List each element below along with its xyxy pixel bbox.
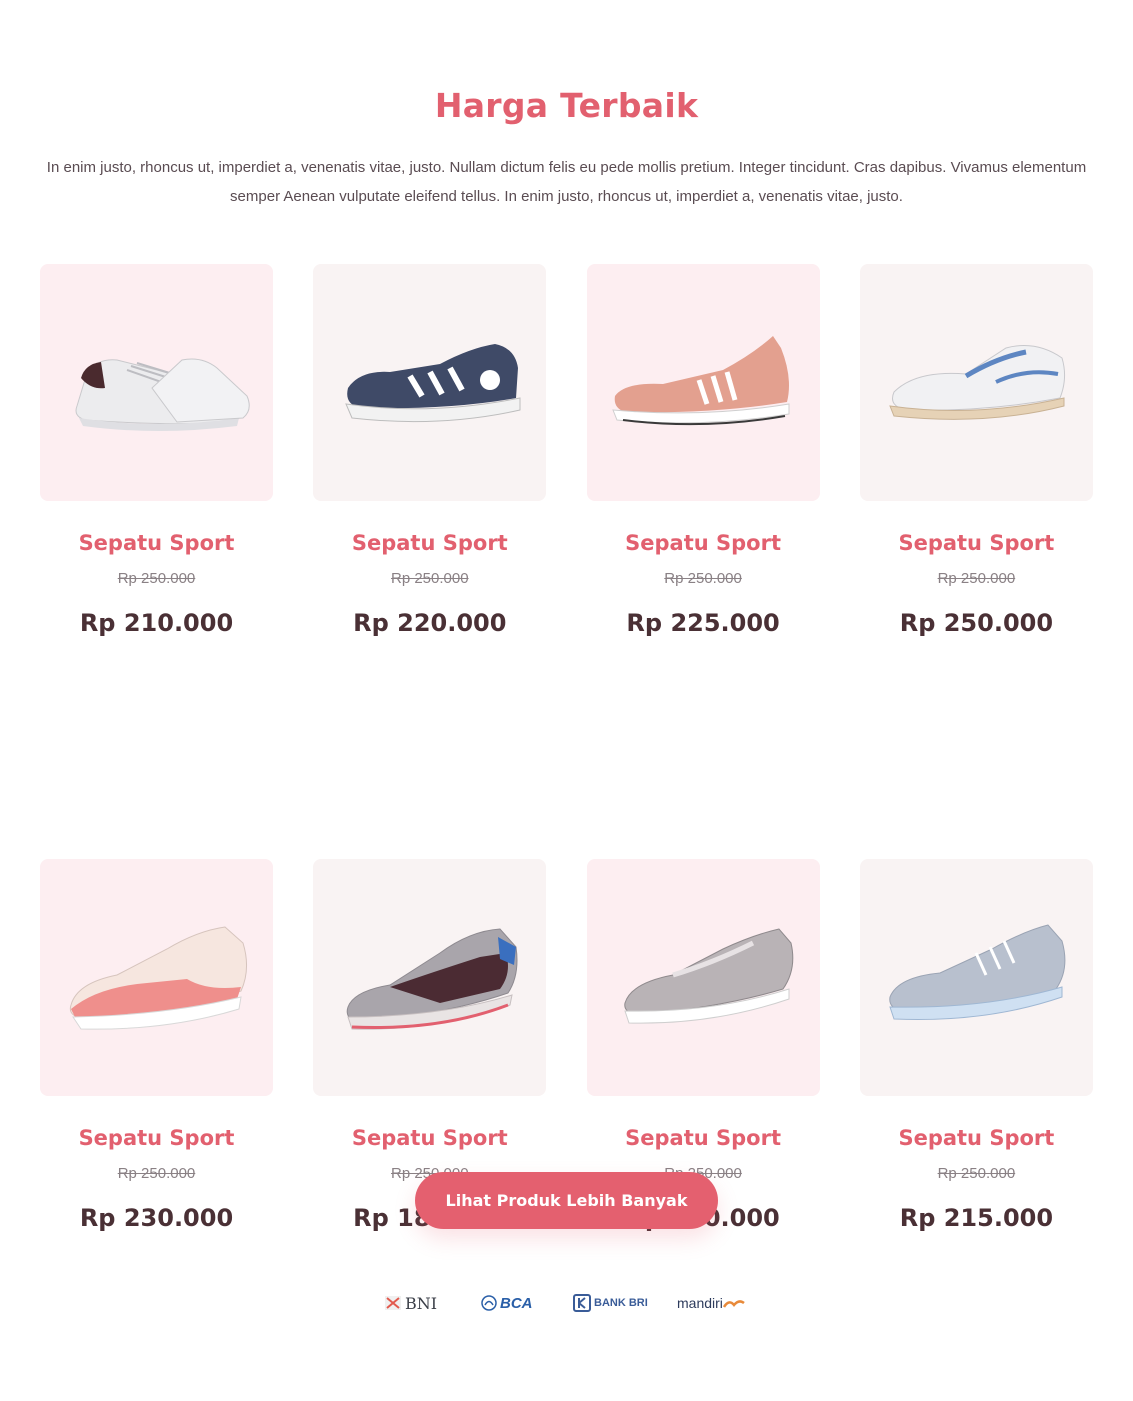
product-old-price: Rp 250.000 bbox=[391, 570, 469, 587]
product-price: Rp 250.000 bbox=[899, 609, 1054, 637]
product-grid: Sepatu Sport Rp 250.000 Rp 210.000 Sepat… bbox=[40, 264, 1093, 1234]
product-old-price: Rp 250.000 bbox=[937, 570, 1016, 587]
product-card[interactable]: Sepatu Sport Rp 250.000 Rp 220.000 bbox=[313, 264, 547, 639]
bri-logo-icon bbox=[573, 1294, 591, 1312]
mandiri-logo-icon bbox=[722, 1300, 745, 1308]
navy-running-shoe-icon bbox=[344, 343, 521, 422]
product-card[interactable]: Sepatu Sport Rp 250.000 Rp 225.000 bbox=[586, 264, 820, 639]
bank-name: mandiri bbox=[677, 1295, 723, 1311]
section-intro: In enim justo, rhoncus ut, imperdiet a, … bbox=[46, 159, 1087, 205]
product-image[interactable] bbox=[40, 859, 273, 1096]
product-image[interactable] bbox=[586, 859, 820, 1096]
bank-name: BNI bbox=[405, 1293, 438, 1313]
product-name[interactable]: Sepatu Sport bbox=[860, 1126, 1093, 1152]
white-sneaker-icon bbox=[75, 358, 250, 431]
product-old-price: Rp 250.000 bbox=[117, 1165, 196, 1182]
product-price: Rp 215.000 bbox=[899, 1204, 1054, 1232]
bni-logo: BNI bbox=[385, 1288, 481, 1318]
product-name[interactable]: Sepatu Sport bbox=[587, 1126, 820, 1152]
white-blue-oxford-shoe-icon bbox=[889, 344, 1066, 420]
product-card[interactable]: Sepatu Sport Rp 250.000 Rp 210.000 bbox=[40, 264, 273, 639]
grey-blue-knit-sneaker-icon bbox=[889, 923, 1066, 1020]
product-image[interactable] bbox=[859, 859, 1093, 1096]
product-price: Rp 210.000 bbox=[79, 609, 234, 637]
maroon-grey-runner-icon bbox=[346, 927, 518, 1030]
product-old-price: Rp 250.000 bbox=[937, 1165, 1016, 1182]
product-old-price: Rp 250.000 bbox=[117, 570, 196, 587]
bni-logo-icon bbox=[385, 1296, 401, 1310]
bank-name: BANK BRI bbox=[594, 1297, 648, 1309]
product-card[interactable]: Sepatu Sport Rp 250.000 Rp 250.000 bbox=[859, 264, 1093, 639]
product-card[interactable]: Sepatu Sport Rp 250.000 Rp 215.000 bbox=[859, 859, 1093, 1234]
product-price: Rp 225.000 bbox=[626, 609, 780, 637]
view-more-products-button[interactable]: Lihat Produk Lebih Banyak bbox=[415, 1172, 718, 1229]
product-image[interactable] bbox=[313, 264, 547, 501]
product-image[interactable] bbox=[859, 264, 1093, 501]
silver-metallic-sneaker-icon bbox=[624, 927, 794, 1024]
product-name[interactable]: Sepatu Sport bbox=[40, 1126, 273, 1152]
section-title: Harga Terbaik bbox=[434, 86, 699, 125]
product-old-price: Rp 250.000 bbox=[664, 570, 742, 587]
product-name[interactable]: Sepatu Sport bbox=[587, 531, 820, 557]
payment-logos: BNI BCA BANK BRI mandiri bbox=[385, 1288, 757, 1318]
pink-retro-runner-icon bbox=[69, 925, 247, 1030]
bri-logo: BANK BRI bbox=[573, 1288, 677, 1318]
bca-logo: BCA bbox=[481, 1288, 573, 1318]
product-name[interactable]: Sepatu Sport bbox=[313, 531, 546, 557]
product-name[interactable]: Sepatu Sport bbox=[313, 1126, 546, 1152]
product-price: Rp 220.000 bbox=[353, 609, 507, 637]
peach-knit-shoe-icon bbox=[612, 335, 790, 425]
product-card[interactable]: Sepatu Sport Rp 250.000 Rp 230.000 bbox=[40, 859, 273, 1234]
product-image[interactable] bbox=[586, 264, 820, 501]
product-name[interactable]: Sepatu Sport bbox=[40, 531, 273, 557]
mandiri-logo: mandiri bbox=[677, 1288, 757, 1318]
product-image[interactable] bbox=[40, 264, 273, 501]
product-price: Rp 230.000 bbox=[79, 1204, 234, 1232]
bca-logo-icon bbox=[481, 1295, 497, 1311]
product-image[interactable] bbox=[313, 859, 547, 1096]
product-name[interactable]: Sepatu Sport bbox=[860, 531, 1093, 557]
bank-name: BCA bbox=[500, 1294, 533, 1312]
